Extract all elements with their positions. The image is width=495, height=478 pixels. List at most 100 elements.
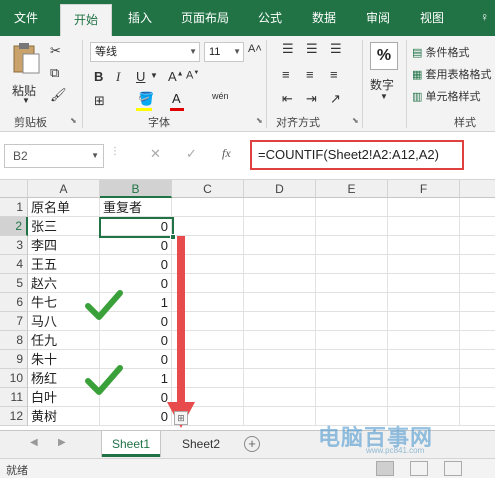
cell-styles-button[interactable]: ▥ 单元格样式 [412,88,480,104]
cell-a[interactable]: 李四 [28,236,100,255]
empty-cell[interactable] [316,369,388,388]
empty-cell[interactable] [316,236,388,255]
empty-cell[interactable] [244,255,316,274]
column-header-d[interactable]: D [244,180,316,198]
orientation-icon[interactable]: ↗ [330,92,341,105]
empty-cell[interactable] [244,312,316,331]
normal-view-icon[interactable] [376,461,394,476]
grow-font-icon[interactable]: A˄ [248,44,262,55]
formula-input[interactable]: =COUNTIF(Sheet2!A2:A12,A2) [250,140,464,170]
empty-cell[interactable] [388,217,460,236]
cell-b[interactable]: 0 [100,236,172,255]
empty-cell[interactable] [460,312,495,331]
format-as-table-button[interactable]: ▦ 套用表格格式 [412,66,491,82]
empty-cell[interactable] [244,369,316,388]
scroll-right-icon[interactable]: ▶ [58,437,66,448]
decrease-indent-icon[interactable]: ⇤ [282,92,293,105]
cut-icon[interactable]: ✂ [50,44,61,57]
paste-button[interactable]: 粘贴 ▼ [8,42,44,105]
tab-file[interactable]: 文件 [6,0,46,36]
chevron-down-icon[interactable]: ▼ [150,72,158,80]
insert-function-icon[interactable]: fx [222,146,231,161]
empty-cell[interactable] [388,369,460,388]
column-header-c[interactable]: C [172,180,244,198]
empty-cell[interactable] [244,350,316,369]
empty-cell[interactable] [460,274,495,293]
empty-cell[interactable] [460,388,495,407]
empty-cell[interactable] [460,217,495,236]
empty-cell[interactable] [244,331,316,350]
align-center-icon[interactable]: ≡ [306,68,314,81]
row-header[interactable]: 4 [0,255,28,274]
tab-formulas[interactable]: 公式 [248,0,292,36]
empty-cell[interactable] [172,217,244,236]
increase-indent-icon[interactable]: ⇥ [306,92,317,105]
clipboard-launcher-icon[interactable]: ⬊ [70,116,77,125]
cell-a[interactable]: 任九 [28,331,100,350]
row-header[interactable]: 6 [0,293,28,312]
row-header[interactable]: 10 [0,369,28,388]
empty-cell[interactable] [460,331,495,350]
sheet-tab-sheet2[interactable]: Sheet2 [172,431,230,457]
column-header-e[interactable]: E [316,180,388,198]
align-top-icon[interactable]: ☰ [282,42,294,55]
cell-a[interactable]: 黄树 [28,407,100,426]
empty-cell[interactable] [460,369,495,388]
tab-review[interactable]: 审阅 [356,0,400,36]
empty-cell[interactable] [460,293,495,312]
tab-view[interactable]: 视图 [410,0,454,36]
cell-b[interactable]: 0 [100,217,172,236]
add-sheet-icon[interactable]: + [244,436,260,452]
empty-cell[interactable] [244,274,316,293]
worksheet-grid[interactable]: A B C D E F 1 原名单 重复者 2 张三 0 3 李四 0 4 王五 0 5 赵六 0 6 牛七 1 7… [0,180,495,430]
underline-button[interactable]: U [136,70,145,83]
empty-cell[interactable] [388,236,460,255]
align-middle-icon[interactable]: ☰ [306,42,318,55]
row-header[interactable]: 1 [0,198,28,217]
empty-cell[interactable] [244,407,316,426]
tab-page-layout[interactable]: 页面布局 [172,0,238,36]
empty-cell[interactable] [316,331,388,350]
font-name-select[interactable]: 等线 ▼ [90,42,200,62]
number-format-button[interactable]: % 数字 ▼ [368,42,402,104]
italic-button[interactable]: I [116,70,120,83]
more-icon[interactable]: ⋮ [110,146,120,157]
align-left-icon[interactable]: ≡ [282,68,290,81]
empty-cell[interactable] [316,255,388,274]
empty-cell[interactable] [388,388,460,407]
empty-cell[interactable] [388,198,460,217]
chevron-down-icon[interactable]: ▼ [380,92,388,101]
font-grow-button[interactable]: A▲ [168,70,184,83]
alignment-launcher-icon[interactable]: ⬊ [352,116,359,125]
page-break-view-icon[interactable] [444,461,462,476]
name-box[interactable]: B2 ▼ [4,144,104,168]
row-header[interactable]: 9 [0,350,28,369]
cell-b[interactable]: 0 [100,331,172,350]
cell-a[interactable]: 张三 [28,217,100,236]
empty-cell[interactable] [244,293,316,312]
scroll-left-icon[interactable]: ◀ [30,437,38,448]
empty-cell[interactable] [388,331,460,350]
column-header-f[interactable]: F [388,180,460,198]
tab-home[interactable]: 开始 [60,4,112,36]
font-shrink-button[interactable]: A▼ [186,70,199,82]
empty-cell[interactable] [316,217,388,236]
copy-icon[interactable]: ⧉ [50,66,59,79]
empty-cell[interactable] [244,388,316,407]
chevron-down-icon[interactable]: ▼ [22,96,30,105]
align-right-icon[interactable]: ≡ [330,68,338,81]
empty-cell[interactable] [460,198,495,217]
column-header-b[interactable]: B [100,180,172,198]
empty-cell[interactable] [388,350,460,369]
select-all-corner[interactable] [0,180,28,198]
font-launcher-icon[interactable]: ⬊ [256,116,263,125]
row-header[interactable]: 5 [0,274,28,293]
empty-cell[interactable] [460,350,495,369]
empty-cell[interactable] [316,274,388,293]
cell-b[interactable]: 0 [100,255,172,274]
align-bottom-icon[interactable]: ☰ [330,42,342,55]
empty-cell[interactable] [316,388,388,407]
column-header-a[interactable]: A [28,180,100,198]
font-size-select[interactable]: 11 ▼ [204,42,244,62]
sheet-tab-sheet1[interactable]: Sheet1 [102,431,161,457]
